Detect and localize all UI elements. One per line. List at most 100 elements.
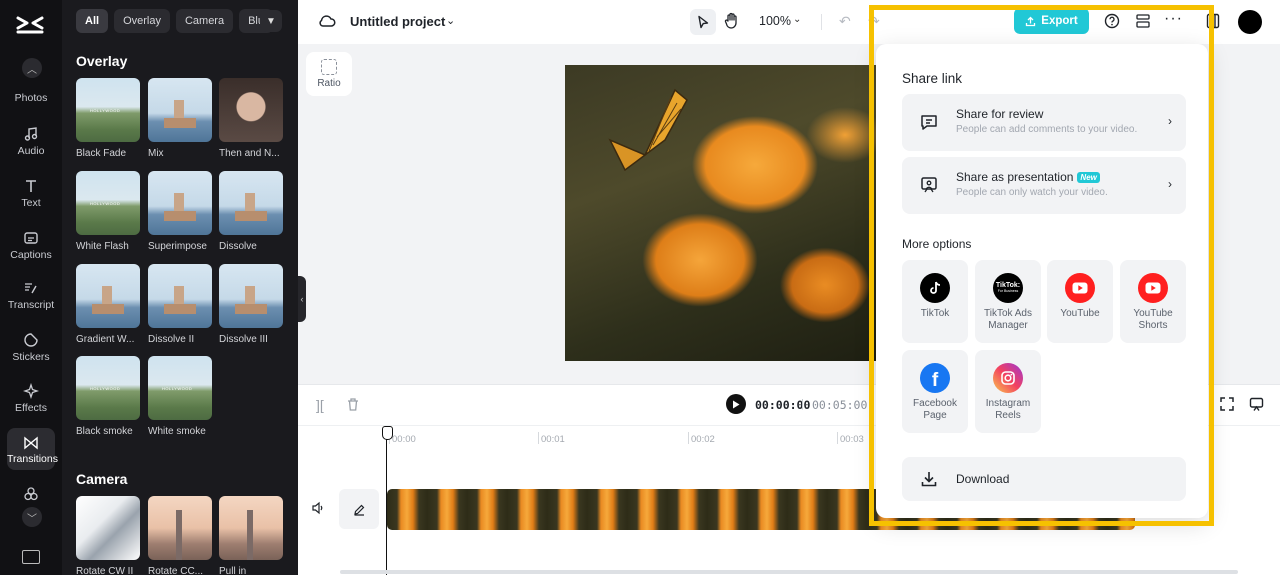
rail-item-audio[interactable]: Audio [0,126,62,157]
transition-superimpose[interactable]: Superimpose [148,171,212,252]
tile-label: Instagram Reels [985,398,1031,421]
layers-icon[interactable] [1135,13,1151,34]
thumbnail [76,171,140,235]
more-options-icon[interactable]: ··· [1164,10,1183,28]
chip-camera[interactable]: Camera [175,9,234,33]
avatar[interactable] [1238,10,1262,34]
chevron-right-icon: › [1168,114,1172,128]
rail-item-text[interactable]: Text [0,178,62,209]
chips-expand-icon[interactable]: ▼ [260,10,282,32]
share-for-review-option[interactable]: Share for review People can add comments… [902,94,1186,151]
share-tiktok[interactable]: TikTok [902,260,968,343]
transition-white-smoke[interactable]: White smoke [148,356,212,437]
share-youtube-shorts[interactable]: YouTube Shorts [1120,260,1186,343]
transition-rotate-cw-ii[interactable]: Rotate CW II [76,496,140,575]
transition-gradient-wipe[interactable]: Gradient W... [76,264,140,345]
transitions-panel: All Overlay Camera Blu ▼ Overlay Black F… [62,0,298,575]
filter-chips: All Overlay Camera Blu [76,9,273,33]
comment-icon [921,115,937,130]
ratio-button[interactable]: Ratio [306,52,352,96]
trash-icon[interactable] [346,397,360,417]
panel-toggle-icon[interactable] [1206,13,1220,34]
help-icon[interactable] [1104,13,1120,34]
rail-item-photos[interactable]: Photos [0,92,62,104]
comment-icon[interactable] [1249,397,1264,417]
rail-item-captions[interactable]: Captions [0,230,62,261]
tile-label: YouTube Shorts [1133,308,1173,331]
download-option[interactable]: Download [902,457,1186,501]
export-label: Export [1041,15,1078,27]
hand-tool-icon[interactable] [724,12,740,35]
thumb-label: Gradient W... [76,334,135,345]
youtube-shorts-icon [1138,273,1168,303]
tile-label: YouTube [1060,308,1100,319]
redo-icon[interactable]: ↷ [868,13,880,30]
chevron-down-icon[interactable]: ⌄ [446,14,455,27]
zoom-level[interactable]: 100% [759,14,791,28]
video-preview[interactable] [565,65,878,361]
transition-black-fade[interactable]: Black Fade [76,78,140,159]
share-facebook-page[interactable]: f Facebook Page [902,350,968,433]
music-note-icon [24,127,38,141]
rail-scroll-up-icon[interactable]: ︿ [22,58,42,78]
panel-collapse-handle[interactable]: ‹ [298,276,306,322]
download-icon [921,472,937,487]
capcut-logo-icon[interactable] [15,12,47,40]
transition-mix[interactable]: Mix [148,78,212,159]
youtube-icon [1065,273,1095,303]
split-icon[interactable]: ][ [316,397,324,413]
rail-label: Text [21,197,41,209]
plugins-icon [24,487,38,501]
share-youtube[interactable]: YouTube [1047,260,1113,343]
edit-cover-button[interactable] [339,489,379,529]
thumb-label: Dissolve III [219,334,268,345]
chip-overlay[interactable]: Overlay [114,9,170,33]
transition-then-and-now[interactable]: Then and N... [219,78,283,159]
thumbnail [148,78,212,142]
thumbnail [219,496,283,560]
thumb-label: Black smoke [76,426,133,437]
project-title[interactable]: Untitled project [350,14,445,29]
rail-scroll-down-icon[interactable]: ﹀ [22,507,42,527]
zoom-chevron-down-icon[interactable]: ⌄ [793,14,801,25]
share-as-presentation-option[interactable]: Share as presentation New People can only… [902,157,1186,214]
export-button[interactable]: Export [1014,8,1089,34]
transition-rotate-ccw[interactable]: Rotate CC... [148,496,212,575]
speaker-icon[interactable] [311,501,325,520]
rail-label: Transcript [7,299,55,311]
rail-label: Stickers [12,351,50,363]
play-button[interactable] [726,394,746,414]
option-title: Share as presentation New [956,170,1100,184]
rail-label: Transitions [7,453,58,465]
transition-dissolve[interactable]: Dissolve [219,171,283,252]
share-dropdown: Share link Share for review People can a… [876,44,1208,518]
thumb-label: Mix [148,148,164,159]
sticker-icon [24,333,38,347]
thumb-label: Then and N... [219,148,280,159]
chip-all[interactable]: All [76,9,109,33]
timeline-scrollbar[interactable] [340,570,1238,574]
share-instagram-reels[interactable]: Instagram Reels [975,350,1041,433]
select-tool-button[interactable] [690,9,716,35]
thumb-label: Superimpose [148,241,207,252]
transition-black-smoke[interactable]: Black smoke [76,356,140,437]
undo-icon[interactable]: ↶ [839,13,851,30]
new-badge: New [1077,172,1100,183]
rail-item-stickers[interactable]: Stickers [0,332,62,363]
transition-white-flash[interactable]: White Flash [76,171,140,252]
rail-item-plugins[interactable] [0,486,62,505]
thumb-label: Rotate CW II [76,566,134,575]
transition-dissolve-ii[interactable]: Dissolve II [148,264,212,345]
cloud-icon[interactable] [318,13,336,34]
rail-item-transitions[interactable]: Transitions [7,428,58,470]
transition-pull-in[interactable]: Pull in [219,496,283,575]
rail-item-transcript[interactable]: Transcript [0,280,62,311]
thumbnail [219,264,283,328]
keyboard-icon[interactable] [22,550,40,564]
thumbnail [148,496,212,560]
option-title-text: Share as presentation [956,170,1074,184]
rail-item-effects[interactable]: Effects [0,383,62,414]
transition-dissolve-iii[interactable]: Dissolve III [219,264,283,345]
share-tiktok-ads-manager[interactable]: TikTok: For Business TikTok Ads Manager [975,260,1041,343]
fullscreen-icon[interactable] [1220,397,1234,416]
